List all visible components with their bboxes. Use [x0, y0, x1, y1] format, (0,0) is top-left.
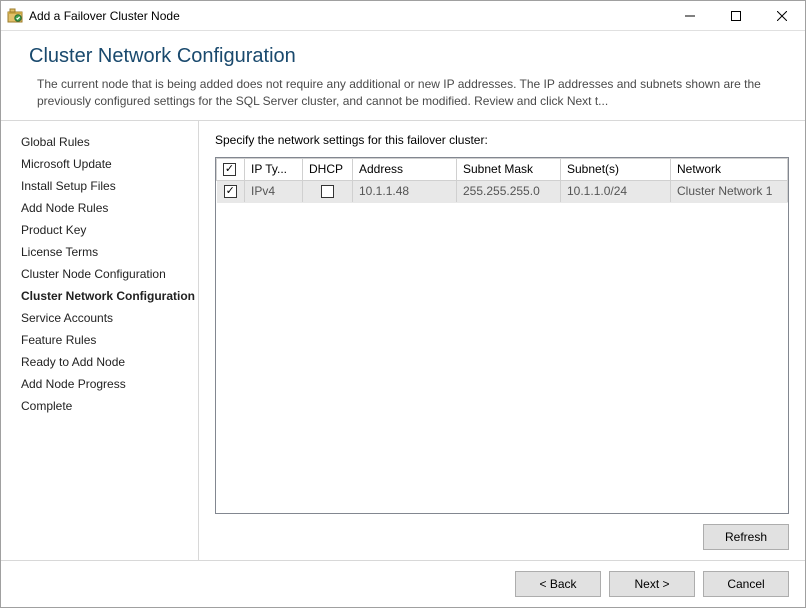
window-controls: [667, 1, 805, 30]
wizard-window: Add a Failover Cluster Node Cluster Netw…: [0, 0, 806, 608]
nav-step[interactable]: Microsoft Update: [19, 153, 198, 175]
col-header-address[interactable]: Address: [353, 158, 457, 180]
nav-step[interactable]: Add Node Progress: [19, 373, 198, 395]
row-select-cell[interactable]: [217, 180, 245, 202]
titlebar: Add a Failover Cluster Node: [1, 1, 805, 31]
col-header-dhcp[interactable]: DHCP: [303, 158, 353, 180]
cell-mask: 255.255.255.0: [457, 180, 561, 202]
nav-step[interactable]: Install Setup Files: [19, 175, 198, 197]
cell-network: Cluster Network 1: [671, 180, 788, 202]
grid-row[interactable]: IPv4 10.1.1.48255.255.255.010.1.1.0/24Clu…: [217, 180, 788, 202]
nav-step[interactable]: Add Node Rules: [19, 197, 198, 219]
steps-nav: Global RulesMicrosoft UpdateInstall Setu…: [1, 121, 199, 560]
col-header-subnets[interactable]: Subnet(s): [561, 158, 671, 180]
page-description: The current node that is being added doe…: [29, 76, 777, 110]
nav-step[interactable]: License Terms: [19, 241, 198, 263]
nav-step[interactable]: Cluster Node Configuration: [19, 263, 198, 285]
nav-step[interactable]: Global Rules: [19, 131, 198, 153]
col-header-select[interactable]: [217, 158, 245, 180]
nav-step[interactable]: Cluster Network Configuration: [19, 285, 198, 307]
close-button[interactable]: [759, 1, 805, 30]
next-button[interactable]: Next >: [609, 571, 695, 597]
header-panel: Cluster Network Configuration The curren…: [1, 31, 805, 121]
col-header-iptype[interactable]: IP Ty...: [245, 158, 303, 180]
cancel-button[interactable]: Cancel: [703, 571, 789, 597]
cell-address: 10.1.1.48: [353, 180, 457, 202]
page-heading: Cluster Network Configuration: [29, 45, 777, 68]
nav-step[interactable]: Product Key: [19, 219, 198, 241]
cell-iptype: IPv4: [245, 180, 303, 202]
app-icon: [7, 8, 23, 24]
instruction-text: Specify the network settings for this fa…: [215, 133, 789, 147]
footer: < Back Next > Cancel: [1, 560, 805, 607]
minimize-button[interactable]: [667, 1, 713, 30]
cell-subnets: 10.1.1.0/24: [561, 180, 671, 202]
window-title: Add a Failover Cluster Node: [29, 9, 667, 23]
col-header-mask[interactable]: Subnet Mask: [457, 158, 561, 180]
grid-header-row: IP Ty... DHCP Address Subnet Mask Subnet…: [217, 158, 788, 180]
row-select-checkbox[interactable]: [224, 185, 237, 198]
maximize-button[interactable]: [713, 1, 759, 30]
refresh-button[interactable]: Refresh: [703, 524, 789, 550]
dhcp-checkbox[interactable]: [321, 185, 334, 198]
nav-step[interactable]: Complete: [19, 395, 198, 417]
nav-step[interactable]: Feature Rules: [19, 329, 198, 351]
col-header-network[interactable]: Network: [671, 158, 788, 180]
cell-dhcp[interactable]: [303, 180, 353, 202]
select-all-checkbox[interactable]: [223, 163, 236, 176]
nav-step[interactable]: Ready to Add Node: [19, 351, 198, 373]
back-button[interactable]: < Back: [515, 571, 601, 597]
nav-step[interactable]: Service Accounts: [19, 307, 198, 329]
content-panel: Specify the network settings for this fa…: [199, 121, 805, 560]
network-grid: IP Ty... DHCP Address Subnet Mask Subnet…: [215, 157, 789, 514]
